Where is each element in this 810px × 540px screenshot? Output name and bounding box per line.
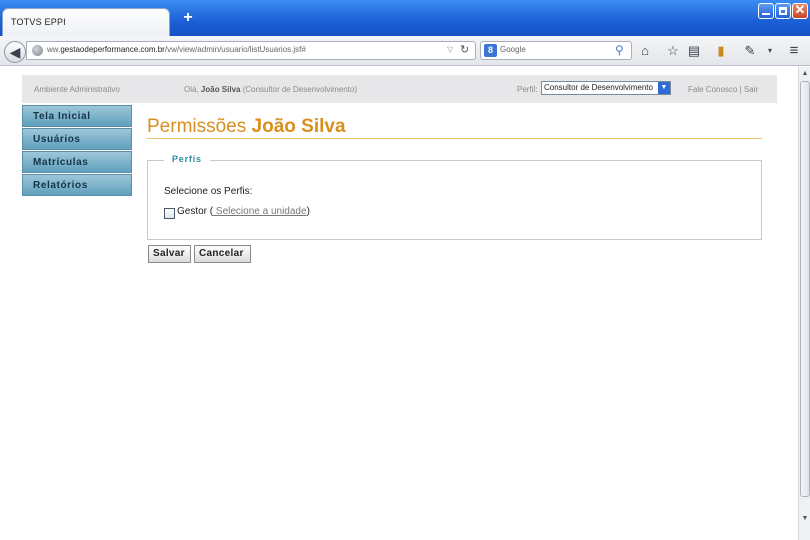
sidebar-item-usuarios[interactable]: Usuários bbox=[22, 128, 132, 150]
title-user-name: João Silva bbox=[251, 116, 346, 137]
web-page: Ambiente Administrativo Olá, João Silva … bbox=[0, 67, 798, 540]
url-path: /vw/view/admin/usuario/listUsuarios.jsf# bbox=[164, 45, 306, 54]
perfil-selected-value: Consultor de Desenvolvimento bbox=[544, 83, 653, 92]
back-button[interactable]: ◀ bbox=[4, 41, 26, 63]
cancel-button[interactable]: Cancelar bbox=[194, 245, 251, 263]
reload-icon[interactable]: ↻ bbox=[460, 43, 469, 56]
close-paren: ) bbox=[306, 206, 310, 217]
chevron-down-icon[interactable]: ▼ bbox=[658, 82, 670, 94]
url-bar[interactable]: ww.gestaodeperformance.com.br/vw/view/ad… bbox=[26, 41, 476, 60]
sidebar-item-relatorios[interactable]: Relatórios bbox=[22, 174, 132, 196]
sidebar-item-tela-inicial[interactable]: Tela Inicial bbox=[22, 105, 132, 127]
window-titlebar: TOTVS EPPI + ✕ bbox=[0, 0, 810, 36]
fieldset-legend: Perfis bbox=[164, 154, 210, 164]
minimize-button[interactable] bbox=[758, 3, 774, 19]
user-greeting: Olá, João Silva (Consultor de Desenvolvi… bbox=[184, 85, 357, 94]
user-name: João Silva bbox=[200, 85, 241, 94]
close-icon: ✕ bbox=[794, 2, 806, 17]
globe-icon bbox=[32, 45, 43, 56]
minimize-icon bbox=[762, 13, 770, 15]
sidebar-menu: Tela Inicial Usuários Matrículas Relatór… bbox=[22, 105, 132, 197]
downloads-icon[interactable]: ▮ bbox=[713, 43, 729, 59]
addon-icon[interactable]: ✎ bbox=[742, 43, 758, 59]
perfil-label: Perfil: bbox=[517, 85, 538, 94]
new-tab-button[interactable]: + bbox=[181, 10, 195, 26]
user-role: (Consultor de Desenvolvimento) bbox=[242, 85, 357, 94]
tab-title: TOTVS EPPI bbox=[11, 17, 66, 27]
save-button[interactable]: Salvar bbox=[148, 245, 191, 263]
search-bar[interactable]: 8 Google ⚲ bbox=[480, 41, 632, 60]
url-prefix: ww. bbox=[47, 45, 61, 54]
gestor-option: Gestor ( Selecione a unidade) bbox=[177, 206, 310, 217]
menu-icon[interactable]: ≡ bbox=[786, 43, 802, 59]
home-icon[interactable]: ⌂ bbox=[637, 43, 653, 59]
back-arrow-icon: ◀ bbox=[9, 44, 21, 60]
url-domain: gestaodeperformance.com.br bbox=[60, 45, 165, 54]
header-links: Fale Conosco | Sair bbox=[688, 85, 758, 94]
browser-tab[interactable]: TOTVS EPPI bbox=[2, 8, 170, 36]
perfis-fieldset: Perfis Selecione os Perfis: Gestor ( Sel… bbox=[147, 154, 762, 240]
page-title: Permissões João Silva bbox=[147, 116, 346, 138]
greeting-prefix: Olá, bbox=[184, 85, 199, 94]
url-text: ww.gestaodeperformance.com.br/vw/view/ad… bbox=[47, 45, 306, 54]
perfil-select[interactable]: Consultor de Desenvolvimento ▼ bbox=[541, 81, 671, 95]
title-prefix: Permissões bbox=[147, 116, 247, 137]
maximize-button[interactable] bbox=[775, 3, 791, 19]
contact-link[interactable]: Fale Conosco bbox=[688, 85, 737, 94]
maximize-icon bbox=[779, 7, 787, 15]
search-icon[interactable]: ⚲ bbox=[615, 43, 624, 57]
gestor-checkbox[interactable] bbox=[164, 208, 175, 219]
url-dropdown-icon[interactable]: ▽ bbox=[447, 45, 453, 54]
scroll-up-icon[interactable]: ▲ bbox=[800, 69, 810, 79]
vertical-scrollbar[interactable]: ▲ ▼ bbox=[798, 67, 810, 540]
bookmark-star-icon[interactable]: ☆ bbox=[665, 43, 681, 59]
top-header: Ambiente Administrativo Olá, João Silva … bbox=[22, 75, 777, 103]
link-separator: | bbox=[739, 85, 742, 94]
search-engine-icon[interactable]: 8 bbox=[484, 44, 497, 57]
environment-label: Ambiente Administrativo bbox=[34, 85, 120, 94]
sidebar-item-matriculas[interactable]: Matrículas bbox=[22, 151, 132, 173]
gestor-label: Gestor bbox=[177, 206, 208, 217]
search-input[interactable]: Google bbox=[500, 45, 526, 54]
select-profiles-label: Selecione os Perfis: bbox=[164, 186, 253, 197]
addon-dropdown-icon[interactable]: ▾ bbox=[762, 43, 778, 59]
select-unit-link[interactable]: Selecione a unidade bbox=[213, 206, 307, 217]
scroll-down-icon[interactable]: ▼ bbox=[800, 514, 810, 524]
logout-link[interactable]: Sair bbox=[744, 85, 758, 94]
bookmarks-list-icon[interactable]: ▤ bbox=[686, 43, 702, 59]
close-window-button[interactable]: ✕ bbox=[792, 2, 808, 19]
title-divider bbox=[147, 138, 762, 139]
scroll-thumb[interactable] bbox=[800, 81, 810, 497]
